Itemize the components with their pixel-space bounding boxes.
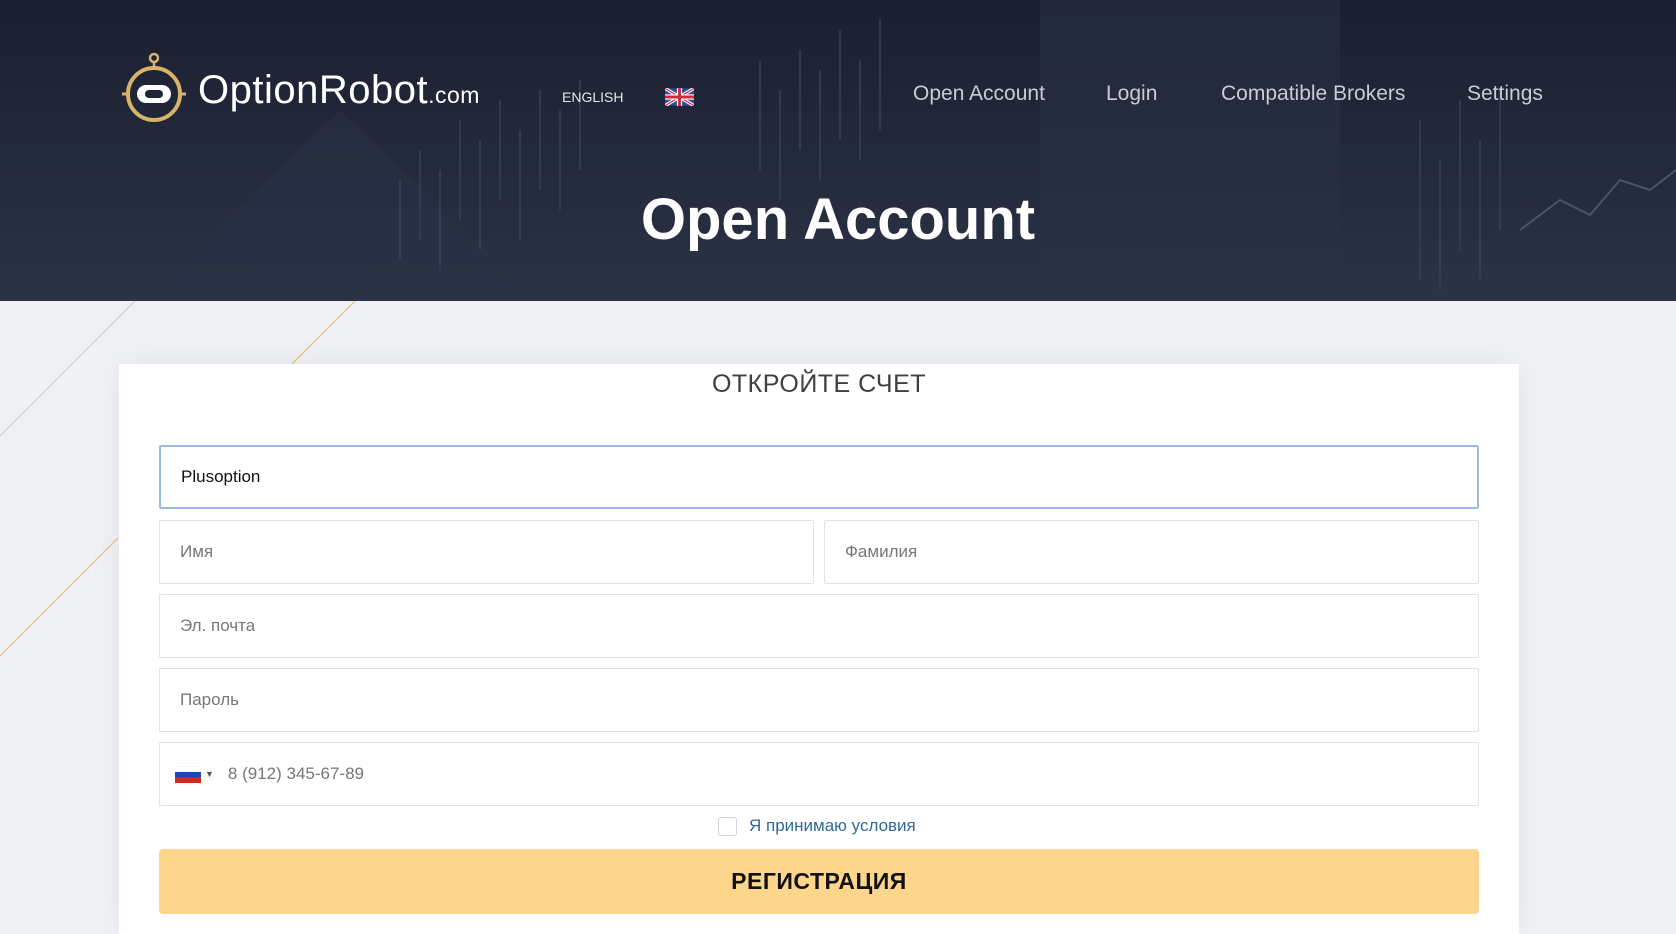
broker-field[interactable]: Plusoption — [159, 445, 1479, 509]
email-field[interactable]: Эл. почта — [159, 594, 1479, 658]
password-field[interactable]: Пароль — [159, 668, 1479, 732]
header-banner: OptionRobot.com ENGLISH Open Account Log… — [0, 0, 1676, 301]
language-selector[interactable]: ENGLISH — [562, 89, 623, 105]
register-button[interactable]: РЕГИСТРАЦИЯ — [159, 849, 1479, 914]
brand-name: OptionRobot.com — [198, 67, 480, 112]
form-title: ОТКРОЙТЕ СЧЕТ — [711, 370, 927, 398]
logo[interactable]: OptionRobot.com — [118, 50, 480, 130]
country-code-selector[interactable]: ▼ — [175, 765, 214, 783]
last-name-field[interactable]: Фамилия — [824, 520, 1479, 584]
terms-link[interactable]: Я принимаю условия — [749, 816, 916, 836]
page-title: Open Account — [640, 187, 1036, 252]
password-placeholder: Пароль — [180, 690, 239, 709]
chevron-down-icon: ▼ — [205, 769, 214, 779]
russia-flag-icon — [175, 765, 201, 783]
broker-value: Plusoption — [181, 467, 261, 486]
phone-field[interactable]: ▼ 8 (912) 345-67-89 — [159, 742, 1479, 806]
chart-background-decoration — [140, 0, 1676, 301]
terms-agreement: Я принимаю условия — [718, 816, 916, 836]
terms-checkbox[interactable] — [718, 816, 737, 836]
robot-logo-icon — [122, 52, 186, 122]
email-placeholder: Эл. почта — [180, 616, 256, 635]
last-name-placeholder: Фамилия — [845, 542, 918, 561]
uk-flag-icon[interactable] — [665, 88, 694, 106]
nav-login[interactable]: Login — [1106, 82, 1157, 106]
phone-placeholder: 8 (912) 345-67-89 — [227, 764, 365, 783]
first-name-placeholder: Имя — [180, 542, 214, 561]
nav-settings[interactable]: Settings — [1467, 82, 1543, 106]
nav-open-account[interactable]: Open Account — [913, 82, 1045, 106]
nav-compatible-brokers[interactable]: Compatible Brokers — [1221, 82, 1405, 106]
first-name-field[interactable]: Имя — [159, 520, 814, 584]
